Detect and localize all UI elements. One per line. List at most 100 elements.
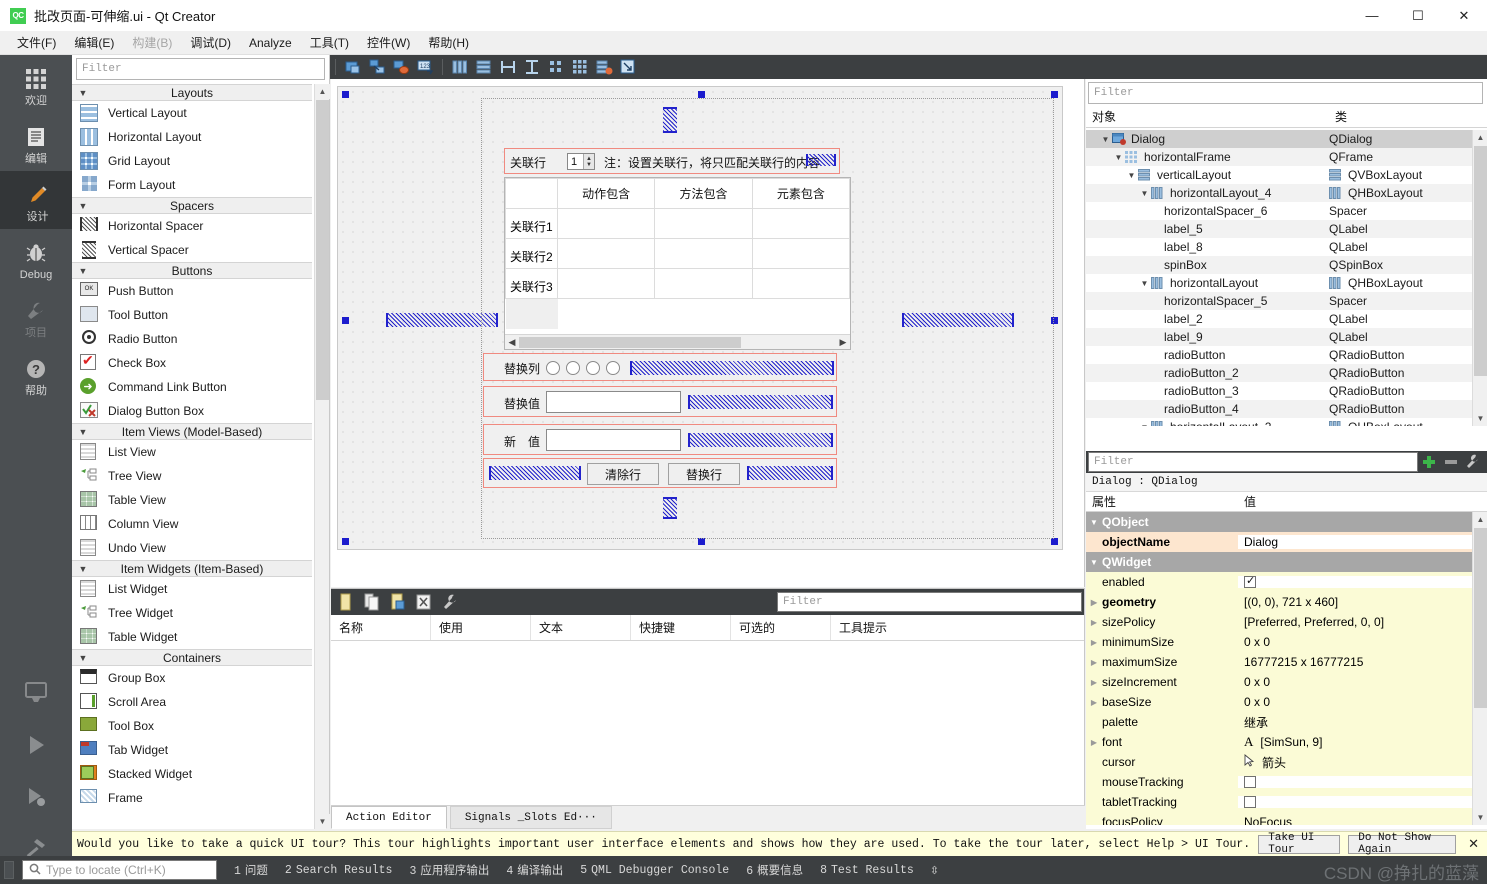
horizontal-frame[interactable]: 关联行 1 ▲▼ 注：设置关联行，将只匹配关联行的内容 动作包含 方法包含: [481, 98, 1054, 539]
minus-icon[interactable]: [1440, 451, 1462, 473]
tab-signals-slots-editor[interactable]: Signals _Slots Ed···: [450, 806, 612, 829]
widget-item-tree-widget[interactable]: Tree Widget: [72, 601, 312, 625]
table-cell[interactable]: [558, 269, 655, 299]
object-row-horizontalSpacer_5[interactable]: horizontalSpacer_5 Spacer: [1086, 292, 1472, 310]
configure-icon[interactable]: [441, 593, 459, 611]
replace-column-radio-3[interactable]: [586, 361, 600, 375]
property-value[interactable]: 0 x 0: [1238, 635, 1472, 649]
replace-column-radio-4[interactable]: [606, 361, 620, 375]
widget-item-push-button[interactable]: OK Push Button: [72, 279, 312, 303]
edit-signals-slots-icon[interactable]: [368, 58, 386, 76]
object-row-dialog[interactable]: ▼ Dialog QDialog: [1086, 130, 1472, 148]
scroll-up-icon[interactable]: ▲: [315, 84, 330, 99]
replace-value-spacer[interactable]: [688, 395, 833, 409]
widget-group-buttons[interactable]: ▼ Buttons: [72, 262, 312, 279]
object-row-horizontalFrame[interactable]: ▼ horizontalFrame QFrame: [1086, 148, 1472, 166]
widget-group-spacers[interactable]: ▼ Spacers: [72, 197, 312, 214]
property-col-value[interactable]: 值: [1238, 492, 1487, 511]
edit-tab-order-icon[interactable]: 123: [416, 58, 434, 76]
rail-item-welcome[interactable]: 欢迎: [0, 55, 72, 113]
widget-item-stacked-widget[interactable]: Stacked Widget: [72, 762, 312, 786]
object-row-horizontalLayout_2[interactable]: ▼ horizontalLayout_2 QHBoxLayout: [1086, 418, 1472, 426]
property-row-cursor[interactable]: cursor 箭头: [1086, 752, 1472, 772]
object-row-label_9[interactable]: label_9 QLabel: [1086, 328, 1472, 346]
widget-item-dialog-button-box[interactable]: Dialog Button Box: [72, 399, 312, 423]
table-cell[interactable]: [752, 209, 849, 239]
scroll-down-icon[interactable]: ▼: [1473, 411, 1487, 426]
property-editor-filter-input[interactable]: Filter: [1088, 452, 1418, 472]
property-value[interactable]: [(0, 0), 721 x 460]: [1238, 595, 1472, 609]
widget-item-frame[interactable]: Frame: [72, 786, 312, 810]
scroll-down-icon[interactable]: ▼: [315, 814, 330, 829]
object-row-label_8[interactable]: label_8 QLabel: [1086, 238, 1472, 256]
action-col-checkable[interactable]: 可选的: [731, 615, 831, 640]
action-col-used[interactable]: 使用: [431, 615, 531, 640]
object-col-class[interactable]: 类: [1329, 106, 1487, 127]
resize-handle-mid-left[interactable]: [342, 317, 349, 324]
action-col-tooltip[interactable]: 工具提示: [831, 615, 1084, 640]
copy-action-icon[interactable]: [363, 593, 381, 611]
property-row-sizeIncrement[interactable]: ▶ sizeIncrement 0 x 0: [1086, 672, 1472, 692]
widget-group-layouts[interactable]: ▼ Layouts: [72, 84, 312, 101]
property-row-baseSize[interactable]: ▶ baseSize 0 x 0: [1086, 692, 1472, 712]
property-row-font[interactable]: ▶ font A [SimSun, 9]: [1086, 732, 1472, 752]
rail-item-debug-run[interactable]: [0, 770, 72, 822]
property-row-focusPolicy[interactable]: focusPolicy NoFocus: [1086, 812, 1472, 825]
property-group-qwidget[interactable]: ▼ QWidget: [1086, 552, 1472, 572]
chevron-right-icon[interactable]: ▶: [1086, 698, 1102, 707]
widget-item-tab-widget[interactable]: Tab Widget: [72, 738, 312, 762]
output-pane-compile-output[interactable]: 4编译输出: [506, 862, 563, 878]
object-row-spinBox[interactable]: spinBox QSpinBox: [1086, 256, 1472, 274]
resize-handle-bottom-left[interactable]: [342, 538, 349, 545]
widget-item-horizontal-layout[interactable]: Horizontal Layout: [72, 125, 312, 149]
property-row-sizePolicy[interactable]: ▶ sizePolicy [Preferred, Preferred, 0, 0…: [1086, 612, 1472, 632]
scrollbar-thumb[interactable]: [1474, 528, 1487, 708]
rail-item-projects[interactable]: 项目: [0, 287, 72, 345]
scrollbar-thumb[interactable]: [519, 337, 741, 348]
output-pane-summary[interactable]: 6概要信息: [746, 862, 803, 878]
scroll-left-icon[interactable]: ◀: [505, 337, 519, 348]
widget-item-table-widget[interactable]: Table Widget: [72, 625, 312, 649]
rail-item-run[interactable]: [0, 718, 72, 770]
menu-help[interactable]: 帮助(H): [419, 31, 478, 54]
widget-item-list-widget[interactable]: List Widget: [72, 577, 312, 601]
widget-item-form-layout[interactable]: Form Layout: [72, 173, 312, 197]
widget-item-vertical-spacer[interactable]: Vertical Spacer: [72, 238, 312, 262]
new-value-row-layout[interactable]: 新 值: [483, 424, 837, 455]
chevron-right-icon[interactable]: ▶: [1086, 738, 1102, 747]
output-pane-search-results[interactable]: 2Search Results: [285, 864, 393, 877]
widget-item-table-view[interactable]: Table View: [72, 488, 312, 512]
property-value[interactable]: 0 x 0: [1238, 695, 1472, 709]
widget-group-item-widgets[interactable]: ▼ Item Widgets (Item-Based): [72, 560, 312, 577]
take-ui-tour-button[interactable]: Take UI Tour: [1258, 835, 1340, 854]
paste-action-icon[interactable]: [389, 593, 407, 611]
property-col-name[interactable]: 属性: [1086, 492, 1238, 511]
widget-item-check-box[interactable]: Check Box: [72, 351, 312, 375]
chevron-right-icon[interactable]: ▶: [1086, 638, 1102, 647]
object-row-label_2[interactable]: label_2 QLabel: [1086, 310, 1472, 328]
output-pane-test-results[interactable]: 8Test Results: [820, 864, 914, 877]
enabled-checkbox[interactable]: [1244, 576, 1256, 588]
widget-item-undo-view[interactable]: Undo View: [72, 536, 312, 560]
buttons-row-layout[interactable]: 清除行 替换行: [483, 458, 837, 488]
scrollbar-thumb[interactable]: [316, 100, 329, 400]
widget-item-scroll-area[interactable]: Scroll Area: [72, 690, 312, 714]
widget-group-item-views[interactable]: ▼ Item Views (Model-Based): [72, 423, 312, 440]
close-icon[interactable]: ✕: [1441, 0, 1487, 31]
menu-edit[interactable]: 编辑(E): [65, 31, 123, 54]
vertical-spacer-top[interactable]: [663, 107, 677, 133]
close-icon[interactable]: ✕: [1468, 836, 1479, 852]
new-value-input[interactable]: [546, 429, 681, 451]
output-pane-issues[interactable]: 1问题: [234, 862, 268, 878]
chevron-down-icon[interactable]: ▼: [1138, 279, 1151, 288]
rail-item-kit-selector[interactable]: [0, 666, 72, 718]
resize-handle-bottom-right[interactable]: [1051, 538, 1058, 545]
wrench-icon[interactable]: [1462, 451, 1484, 473]
property-value[interactable]: 继承: [1238, 714, 1472, 731]
sidebar-toggle-icon[interactable]: [4, 861, 14, 879]
widget-item-command-link-button[interactable]: ➜ Command Link Button: [72, 375, 312, 399]
table-horizontal-scrollbar[interactable]: ◀ ▶: [505, 334, 850, 349]
header-row-spacer[interactable]: [806, 154, 836, 166]
replace-column-radio-2[interactable]: [566, 361, 580, 375]
scrollbar-track[interactable]: [519, 337, 836, 348]
